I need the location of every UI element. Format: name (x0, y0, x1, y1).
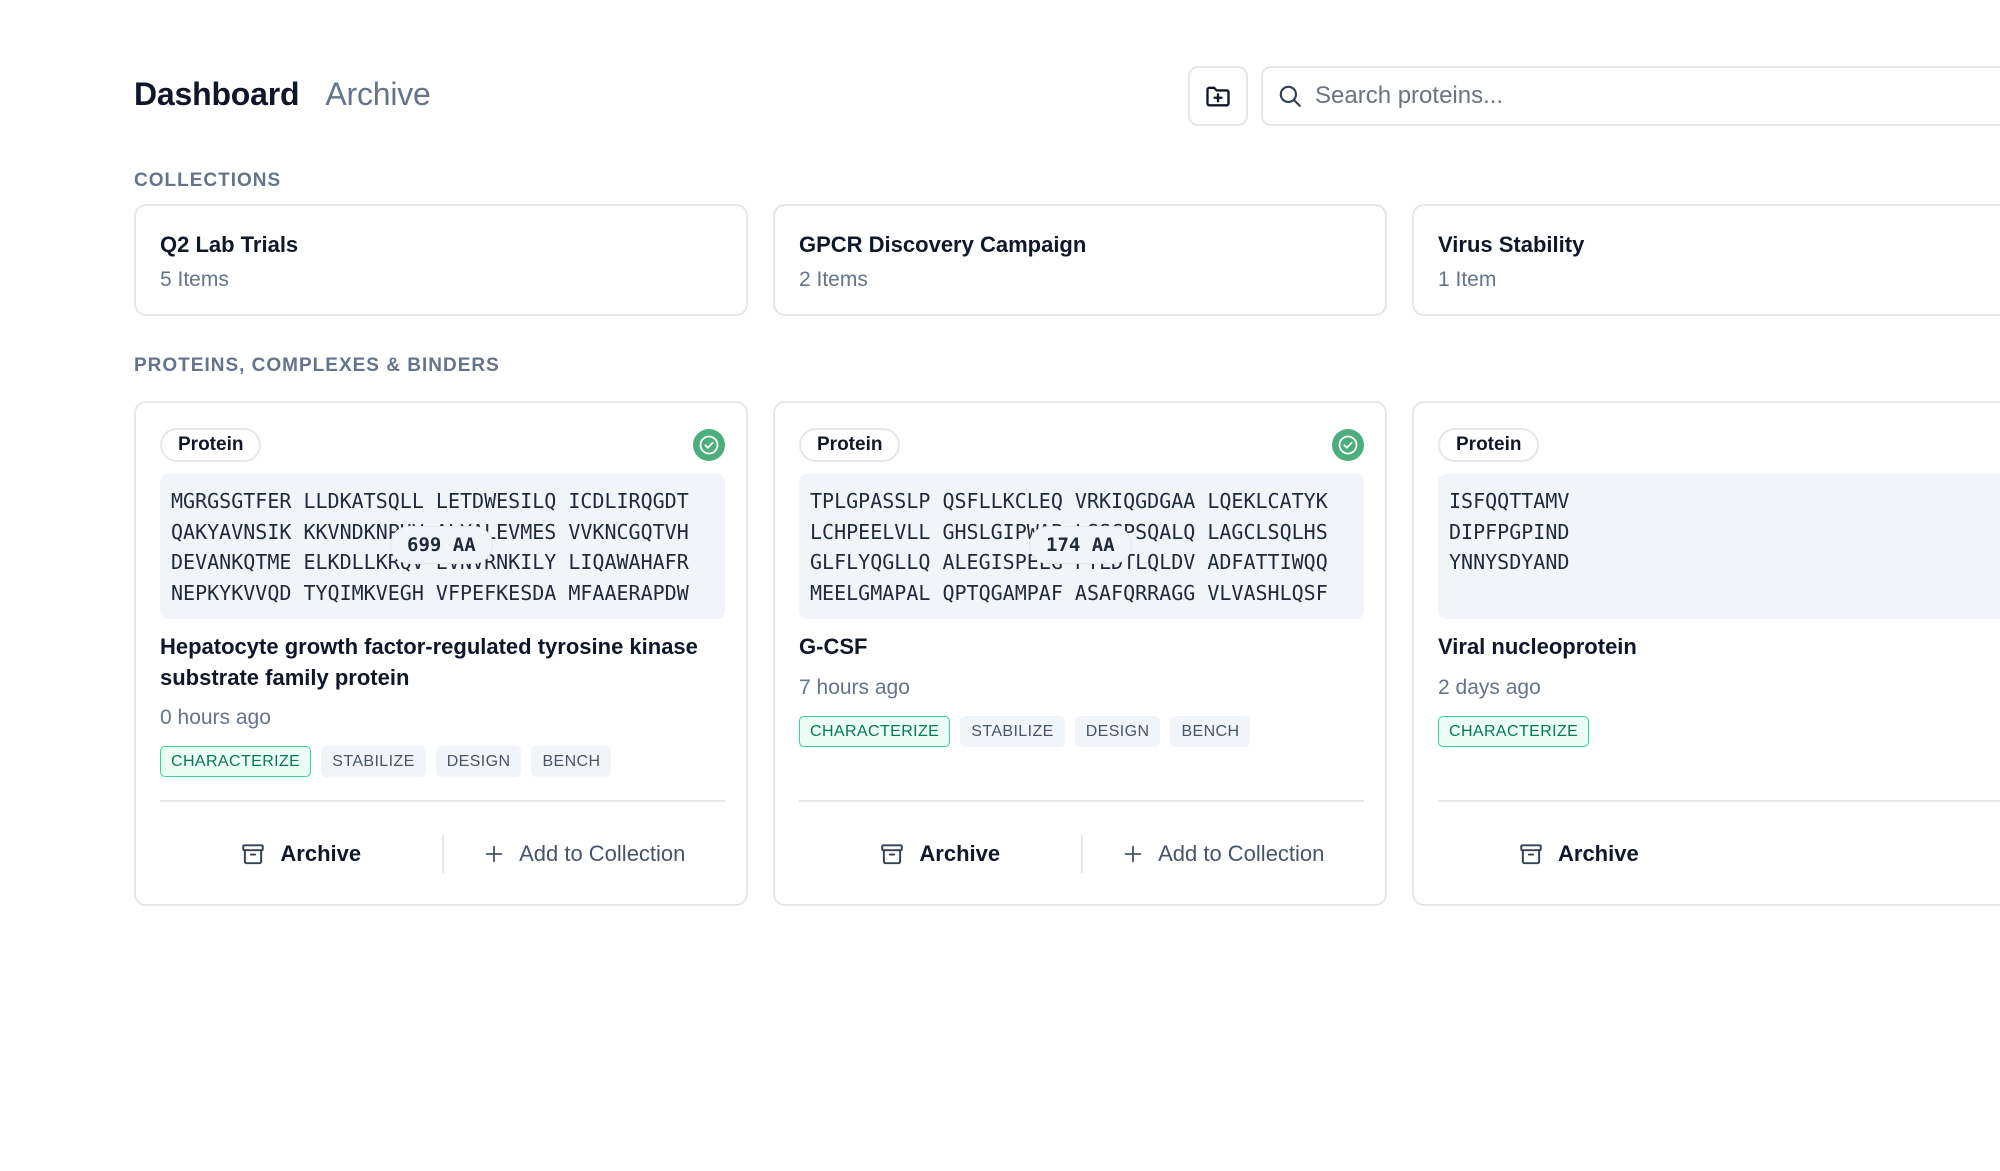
collection-title: Q2 Lab Trials (160, 232, 299, 257)
search-box (1261, 66, 2000, 126)
workflow-tags: CHARACTERIZE STABILIZE DESIGN BENCH (160, 746, 612, 777)
plus-icon (485, 845, 503, 863)
archive-label: Archive (919, 841, 1001, 866)
add-to-collection-button[interactable]: Add to Collection (444, 802, 726, 906)
archive-button[interactable]: Archive (1518, 802, 1639, 904)
archive-box-icon (1520, 844, 1542, 865)
sequence-preview: TPLGPASSLP QSFLLKCLEQ VRKIQGDGAA LQEKLCA… (799, 474, 1364, 619)
add-to-collection-label: Add to Collection (519, 841, 686, 866)
sequence-line: TPLGPASSLP QSFLLKCLEQ VRKIQGDGAA LQEKLCA… (810, 489, 1328, 513)
archive-box-icon (881, 844, 904, 865)
sequence-length-badge: 699 AA (391, 527, 492, 563)
tag-bench[interactable]: BENCH (531, 746, 612, 777)
header: Dashboard Archive (134, 66, 2000, 126)
tag-stabilize[interactable]: STABILIZE (321, 746, 426, 777)
plus-icon (1124, 845, 1142, 863)
add-to-collection-label: Add to Collection (1158, 841, 1325, 866)
protein-name: Hepatocyte growth factor-regulated tyros… (160, 634, 698, 690)
workflow-tags: CHARACTERIZE (1438, 716, 1590, 747)
collection-title: Virus Stability (1438, 232, 1585, 257)
proteins-heading: PROTEINS, COMPLEXES & BINDERS (134, 355, 500, 376)
add-to-collection-button[interactable]: Add to Collection (1083, 802, 1365, 906)
sequence-line: NEPKYKVVQD TYQIMKVEGH VFPEFKESDA MFAAERA… (171, 580, 689, 605)
collection-title: GPCR Discovery Campaign (799, 232, 1087, 257)
tag-stabilize[interactable]: STABILIZE (960, 716, 1065, 747)
archive-label: Archive (280, 841, 362, 866)
protein-card[interactable]: Protein MGRGSGTFER LLDKATSQLL LETDWESILQ… (134, 401, 748, 906)
sequence-length-badge: 174 AA (1030, 527, 1131, 563)
tag-bench[interactable]: BENCH (1170, 716, 1251, 747)
timestamp: 0 hours ago (160, 706, 271, 729)
collection-card[interactable]: Q2 Lab Trials 5 Items (134, 204, 748, 316)
collection-card[interactable]: Virus Stability 1 Item (1412, 204, 2000, 316)
collections-heading: COLLECTIONS (134, 170, 282, 191)
tab-dashboard[interactable]: Dashboard (134, 76, 300, 113)
sequence-line: MGRGSGTFER LLDKATSQLL LETDWESILQ ICDLIRQ… (171, 489, 689, 513)
timestamp: 2 days ago (1438, 676, 1541, 699)
folder-plus-icon (1206, 86, 1230, 107)
sequence-line: MEELGMAPAL QPTQGAMPAF ASAFQRRAGG VLVASHL… (810, 580, 1328, 605)
search-icon (1279, 85, 1301, 107)
type-badge: Protein (160, 428, 262, 462)
archive-box-icon (242, 844, 265, 865)
main-nav: Dashboard Archive (134, 76, 431, 113)
tab-archive[interactable]: Archive (325, 76, 431, 113)
check-circle-icon (693, 429, 725, 461)
protein-name: Viral nucleoprotein (1438, 634, 1637, 659)
sequence-line: YNNYSDYAND (1449, 550, 1570, 574)
workflow-tags: CHARACTERIZE STABILIZE DESIGN BENCH (799, 716, 1251, 747)
card-actions: Archive Add to Collection (160, 802, 725, 906)
tag-characterize[interactable]: CHARACTERIZE (1438, 716, 1590, 747)
card-actions: Archive (1438, 802, 2000, 904)
tag-design[interactable]: DESIGN (1074, 716, 1161, 747)
tag-design[interactable]: DESIGN (435, 746, 522, 777)
protein-name: G-CSF (799, 634, 868, 659)
collection-count: 1 Item (1438, 268, 1497, 291)
card-actions: Archive Add to Collection (799, 802, 1364, 906)
tag-characterize[interactable]: CHARACTERIZE (160, 746, 312, 777)
check-circle-icon (1332, 429, 1364, 461)
sequence-line: DIPFPGPIND (1449, 519, 1570, 544)
protein-card[interactable]: Protein TPLGPASSLP QSFLLKCLEQ VRKIQGDGAA… (773, 401, 1387, 906)
archive-button[interactable]: Archive (799, 802, 1081, 906)
sequence-preview: MGRGSGTFER LLDKATSQLL LETDWESILQ ICDLIRQ… (160, 474, 725, 619)
collection-card[interactable]: GPCR Discovery Campaign 2 Items (773, 204, 1387, 316)
sequence-preview: ISFQQTTAMV DIPFPGPIND YNNYSDYAND (1438, 474, 2000, 619)
protein-card[interactable]: Protein ISFQQTTAMV DIPFPGPIND YNNYSDYAND… (1412, 401, 2000, 906)
search-input[interactable] (1315, 82, 1915, 110)
collection-count: 2 Items (799, 268, 868, 291)
type-badge: Protein (1438, 428, 1540, 462)
tag-characterize[interactable]: CHARACTERIZE (799, 716, 951, 747)
collection-count: 5 Items (160, 268, 229, 291)
archive-button[interactable]: Archive (160, 802, 442, 906)
new-collection-button[interactable] (1188, 66, 1248, 126)
sequence-line: ISFQQTTAMV (1449, 489, 1570, 513)
timestamp: 7 hours ago (799, 676, 910, 699)
archive-label: Archive (1558, 841, 1639, 866)
type-badge: Protein (799, 428, 901, 462)
